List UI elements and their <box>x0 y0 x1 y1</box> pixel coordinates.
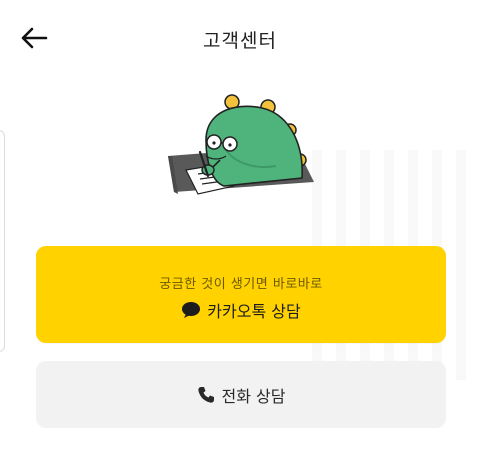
kakaotalk-consult-button[interactable]: 궁금한 것이 생기면 바로바로 카카오톡 상담 <box>36 246 446 343</box>
phone-consult-button[interactable]: 전화 상담 <box>36 361 446 428</box>
page-title: 고객센터 <box>203 30 277 52</box>
phone-label: 전화 상담 <box>221 387 286 406</box>
kakaotalk-label: 카카오톡 상담 <box>207 302 301 321</box>
header: 고객센터 <box>0 0 480 76</box>
customer-center-page: 고객센터 궁금한 것이 생기면 바로바로 카카오톡 상담 전화 상담 <box>0 0 480 456</box>
kakaotalk-label-row: 카카오톡 상담 <box>36 298 446 322</box>
chat-bubble-icon <box>181 301 201 319</box>
kakaotalk-subtitle: 궁금한 것이 생기면 바로바로 <box>159 277 323 292</box>
dinosaur-writing-illustration <box>164 90 314 210</box>
background-card-left <box>0 130 5 352</box>
phone-icon <box>197 386 215 404</box>
phone-label-row: 전화 상담 <box>36 383 446 407</box>
